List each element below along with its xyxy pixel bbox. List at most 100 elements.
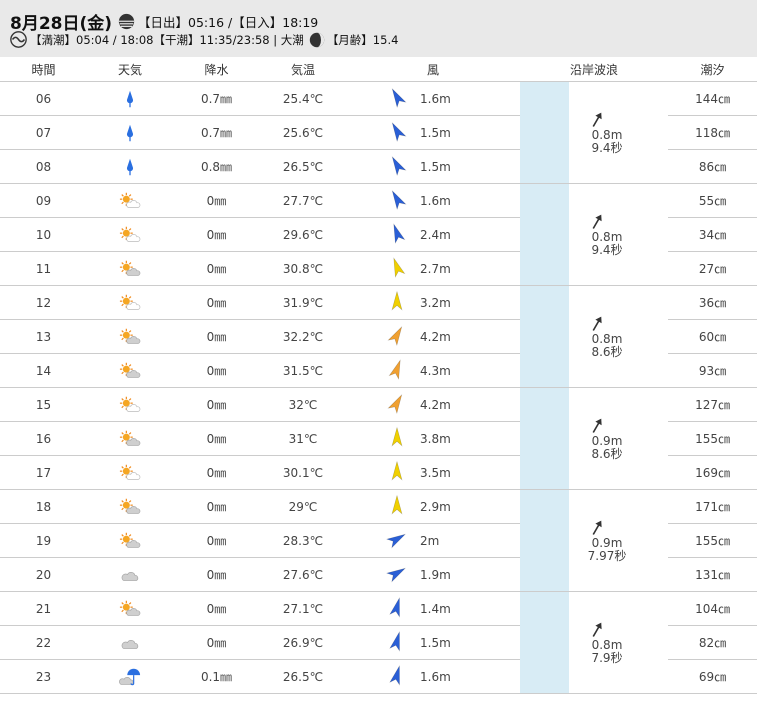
weather-cell (87, 421, 173, 456)
partly-cloudy-icon (87, 360, 173, 382)
precip-cell: 0.7㎜ (173, 81, 260, 116)
wave-cell: 0.8m 7.9秒 (569, 591, 669, 694)
temp-cell: 29℃ (260, 489, 346, 524)
wind-speed: 1.6m (420, 193, 451, 208)
wave-direction-icon (577, 213, 637, 231)
wind-cell: 3.2m (346, 285, 520, 320)
weather-cell (87, 149, 173, 184)
wave-cell: 0.9m 8.6秒 (569, 387, 669, 490)
col-temp: 気温 (260, 57, 346, 82)
hour-cell: 06 (0, 81, 87, 116)
wave-direction-icon (577, 315, 637, 333)
hour-cell: 09 (0, 183, 87, 218)
temp-cell: 28.3℃ (260, 523, 346, 558)
partly-cloudy-icon (87, 598, 173, 620)
temp-cell: 27.7℃ (260, 183, 346, 218)
hour-cell: 17 (0, 455, 87, 490)
hour-cell: 07 (0, 115, 87, 150)
wind-speed: 2.7m (420, 261, 451, 276)
wind-cell: 3.8m (346, 421, 520, 456)
temp-cell: 32℃ (260, 387, 346, 422)
temp-cell: 26.9℃ (260, 625, 346, 660)
wind-speed: 1.4m (420, 601, 451, 616)
forecast-rows: 06 0.7㎜ 25.4℃ 1.6m 0.8m 9.4秒 144㎝ 07 0.7㎜ 25.6℃ 1.… (0, 81, 757, 694)
tide-cell: 169㎝ (668, 455, 757, 490)
precip-cell: 0㎜ (173, 455, 260, 490)
weather-cell (87, 489, 173, 524)
temp-cell: 30.1℃ (260, 455, 346, 490)
temp-cell: 29.6℃ (260, 217, 346, 252)
table-row: 09 0㎜ 27.7℃ 1.6m 0.8m 9.4秒 55㎝ (0, 183, 757, 286)
tide-cell: 171㎝ (668, 489, 757, 524)
precip-cell: 0㎜ (173, 319, 260, 354)
temp-cell: 27.1℃ (260, 591, 346, 626)
wave-period: 9.4秒 (591, 242, 623, 257)
wind-arrow-icon (386, 290, 408, 315)
moon-age-text: 【月齢】15.4 (326, 32, 399, 47)
tide-cell: 155㎝ (668, 523, 757, 558)
table-row: 12 0㎜ 31.9℃ 3.2m 0.8m 8.6秒 36㎝ (0, 285, 757, 388)
wind-arrow-icon (386, 358, 408, 383)
wave-bar (520, 489, 569, 592)
wind-speed: 1.5m (420, 125, 451, 140)
sunrise-icon (118, 13, 135, 30)
wind-cell: 2m (346, 523, 520, 558)
table-header-row: 時間 天気 降水 気温 風 沿岸波浪 潮汐 (0, 57, 757, 82)
wave-period: 8.6秒 (591, 446, 623, 461)
tide-cell: 104㎝ (668, 591, 757, 626)
tide-cell: 60㎝ (668, 319, 757, 354)
wind-speed: 1.5m (420, 635, 451, 650)
hour-cell: 16 (0, 421, 87, 456)
moon-phase-icon (309, 32, 325, 47)
tide-cell: 131㎝ (668, 557, 757, 592)
wind-cell: 4.3m (346, 353, 520, 388)
wave-height: 0.8m (591, 127, 623, 142)
col-wave: 沿岸波浪 (520, 57, 669, 82)
wind-cell: 1.4m (346, 591, 520, 626)
wind-speed: 1.6m (420, 91, 451, 106)
wind-arrow-icon (386, 188, 408, 213)
weather-cell (87, 183, 173, 218)
wind-arrow-icon (386, 120, 408, 145)
weather-cell (87, 625, 173, 660)
wave-direction-icon (577, 111, 637, 129)
partly-cloudy-icon (87, 462, 173, 484)
wind-arrow-icon (386, 154, 408, 179)
wind-cell: 1.5m (346, 115, 520, 150)
wind-speed: 4.3m (420, 363, 451, 378)
hour-cell: 13 (0, 319, 87, 354)
hour-cell: 12 (0, 285, 87, 320)
wind-cell: 1.6m (346, 183, 520, 218)
wind-cell: 1.5m (346, 625, 520, 660)
wave-height: 0.8m (591, 637, 623, 652)
wave-direction-icon (577, 417, 637, 435)
wind-arrow-icon (385, 528, 408, 553)
wave-period: 8.6秒 (591, 344, 623, 359)
wave-bar (520, 183, 569, 286)
precip-cell: 0㎜ (173, 421, 260, 456)
hour-cell: 14 (0, 353, 87, 388)
wind-cell: 2.9m (346, 489, 520, 524)
wind-speed: 1.6m (420, 669, 451, 684)
table-row: 18 0㎜ 29℃ 2.9m 0.9m 7.97秒 171㎝ (0, 489, 757, 592)
wind-arrow-icon (386, 256, 408, 281)
header-bar: 8月28日(金) 【日出】05:16 /【日入】18:19 【満潮】05:04 … (0, 0, 757, 57)
weather-cell (87, 659, 173, 694)
weather-cell (87, 523, 173, 558)
wind-speed: 2.4m (420, 227, 451, 242)
col-tide: 潮汐 (668, 57, 757, 82)
temp-cell: 32.2℃ (260, 319, 346, 354)
wind-speed: 2m (420, 533, 440, 548)
wave-height: 0.8m (591, 331, 623, 346)
wave-cell: 0.8m 9.4秒 (569, 81, 669, 184)
temp-cell: 31℃ (260, 421, 346, 456)
hour-cell: 21 (0, 591, 87, 626)
wind-speed: 1.5m (420, 159, 451, 174)
weather-cell (87, 285, 173, 320)
wind-cell: 4.2m (346, 319, 520, 354)
tide-times-text: 【満潮】05:04 / 18:08【干潮】11:35/23:58 | 大潮 (30, 32, 304, 47)
col-precip: 降水 (173, 57, 260, 82)
precip-cell: 0㎜ (173, 353, 260, 388)
table-row: 15 0㎜ 32℃ 4.2m 0.9m 8.6秒 127㎝ (0, 387, 757, 490)
tide-cell: 36㎝ (668, 285, 757, 320)
